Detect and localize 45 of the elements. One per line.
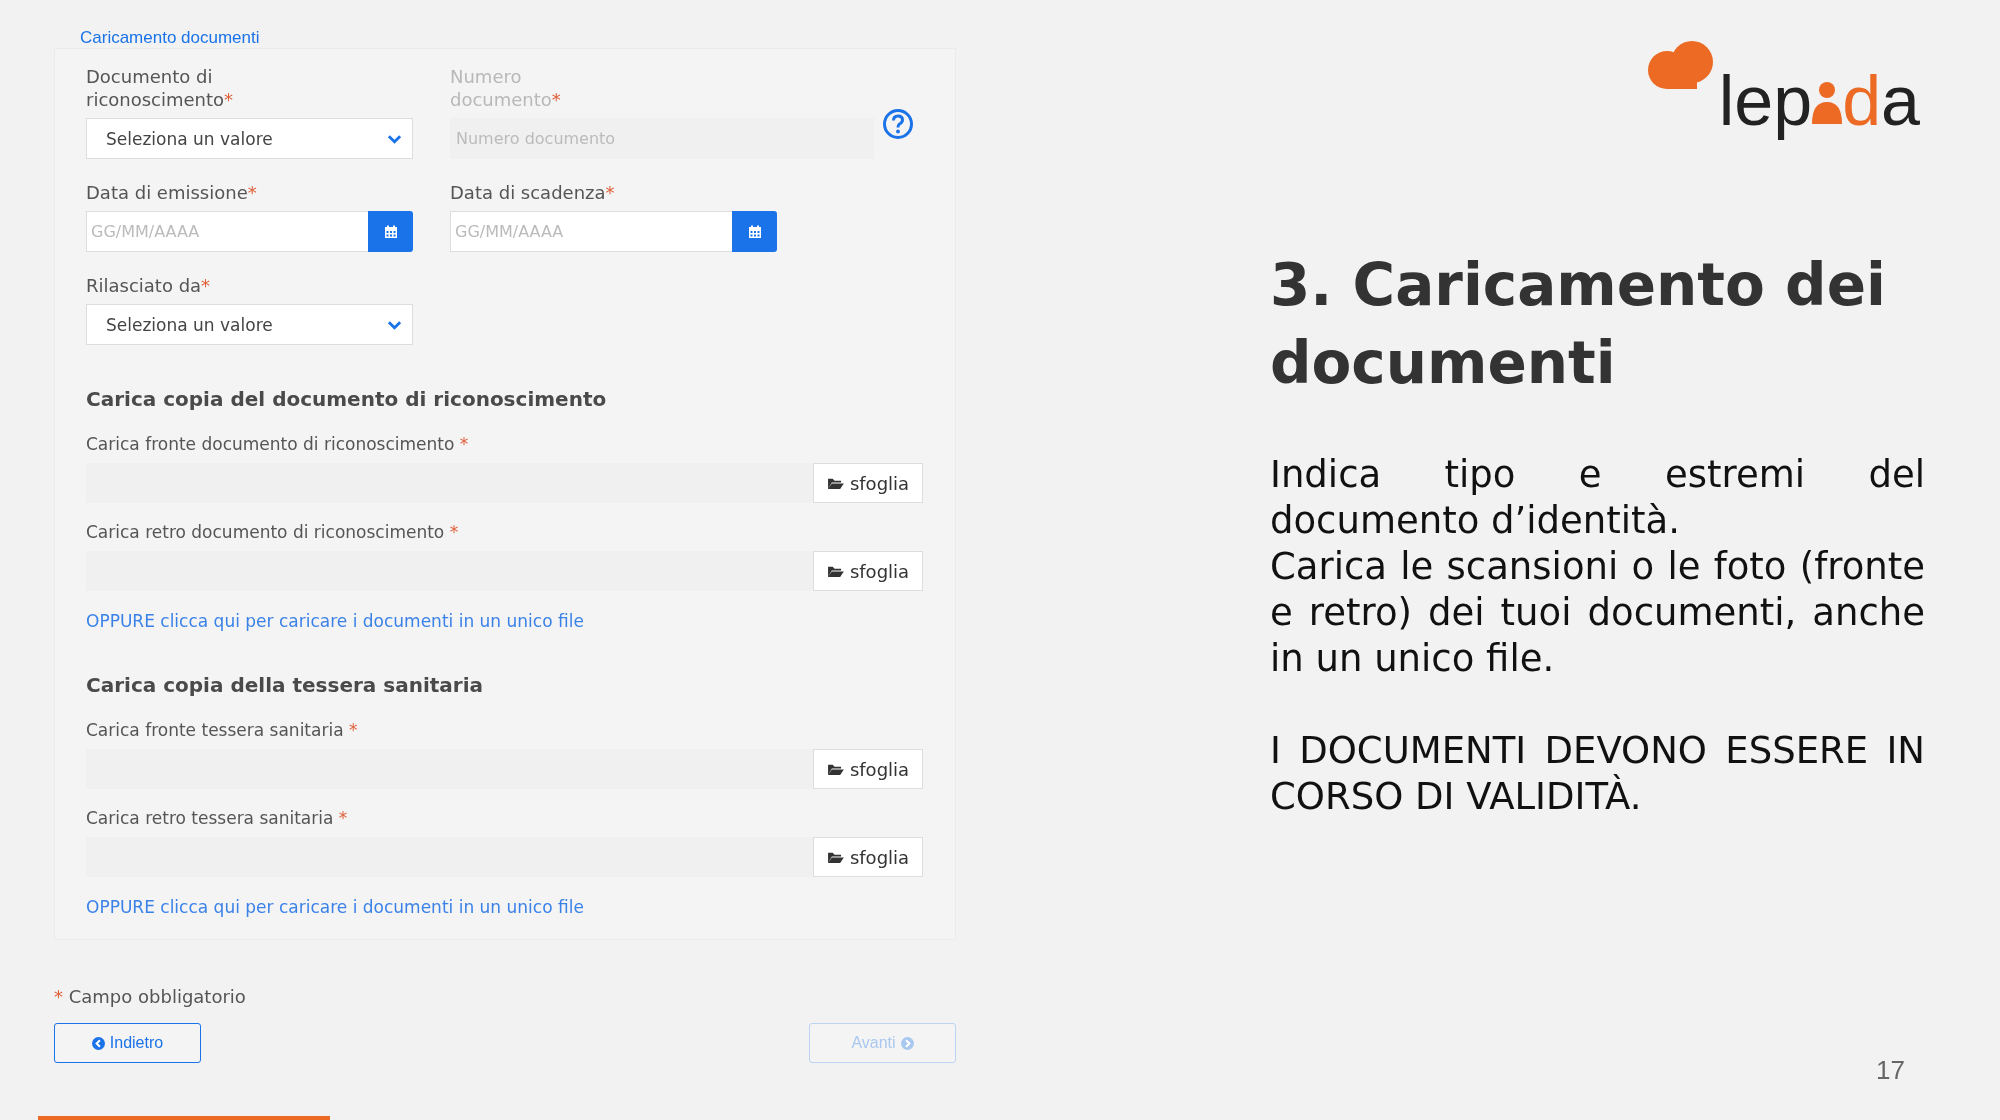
- required-note: * Campo obbligatorio: [54, 986, 247, 1007]
- folder-icon: [826, 476, 844, 490]
- field-label: Data di emissione*: [86, 181, 258, 204]
- chevron-down-icon: [387, 133, 402, 144]
- file-field[interactable]: sfoglia: [86, 837, 923, 877]
- slide-paragraph: Indica tipo e estremi del documento d’identità.: [1270, 452, 1925, 544]
- file-field[interactable]: sfoglia: [86, 551, 923, 591]
- calendar-button[interactable]: [732, 211, 777, 252]
- form-title: Caricamento documenti: [79, 27, 261, 48]
- browse-button[interactable]: sfoglia: [813, 551, 923, 591]
- field-label: Carica retro documento di riconoscimento *: [86, 521, 460, 544]
- calendar-icon: [747, 224, 762, 239]
- arrow-right-icon: [900, 1036, 914, 1050]
- date-field[interactable]: GG/MM/AAAA: [450, 211, 732, 252]
- calendar-icon: [383, 224, 398, 239]
- browse-button[interactable]: sfoglia: [813, 749, 923, 789]
- slide-paragraph: I DOCUMENTI DEVONO ESSERE IN CORSO DI VALIDITÀ.: [1270, 728, 1925, 820]
- single-file-link[interactable]: OPPURE clicca qui per caricare i documenti in un unico file: [86, 611, 584, 631]
- field-label: Carica fronte tessera sanitaria *: [86, 719, 359, 742]
- folder-icon: [826, 850, 844, 864]
- file-field[interactable]: sfoglia: [86, 749, 923, 789]
- folder-icon: [826, 564, 844, 578]
- folder-icon: [826, 762, 844, 776]
- select-field[interactable]: Seleziona un valore: [86, 118, 413, 159]
- arrow-left-icon: [91, 1036, 105, 1050]
- section-title: Carica copia della tessera sanitaria: [86, 673, 485, 697]
- page-number: 17: [1876, 1055, 1905, 1086]
- field-label: Carica retro tessera sanitaria *: [86, 807, 349, 830]
- chevron-down-icon: [387, 319, 402, 330]
- select-field[interactable]: Seleziona un valore: [86, 304, 413, 345]
- field-label: Carica fronte documento di riconoscimento *: [86, 433, 470, 456]
- browse-button[interactable]: sfoglia: [813, 837, 923, 877]
- slide-heading: 3. Caricamento dei documenti: [1270, 250, 1887, 399]
- back-button[interactable]: Indietro: [54, 1023, 201, 1063]
- field-label: Data di scadenza*: [450, 181, 616, 204]
- section-title: Carica copia del documento di riconoscimento: [86, 387, 608, 411]
- field-label: Numero documento*: [450, 65, 562, 111]
- field-label: Documento di riconoscimento*: [86, 65, 235, 111]
- field-label: Rilasciato da*: [86, 274, 212, 297]
- file-field[interactable]: sfoglia: [86, 463, 923, 503]
- calendar-button[interactable]: [368, 211, 413, 252]
- date-field[interactable]: GG/MM/AAAA: [86, 211, 368, 252]
- single-file-link[interactable]: OPPURE clicca qui per caricare i documenti in un unico file: [86, 897, 584, 917]
- slide-paragraph: Carica le scansioni o le foto (fronte e retro) dei tuoi documenti, anche in un unico file.: [1270, 544, 1925, 682]
- browse-button[interactable]: sfoglia: [813, 463, 923, 503]
